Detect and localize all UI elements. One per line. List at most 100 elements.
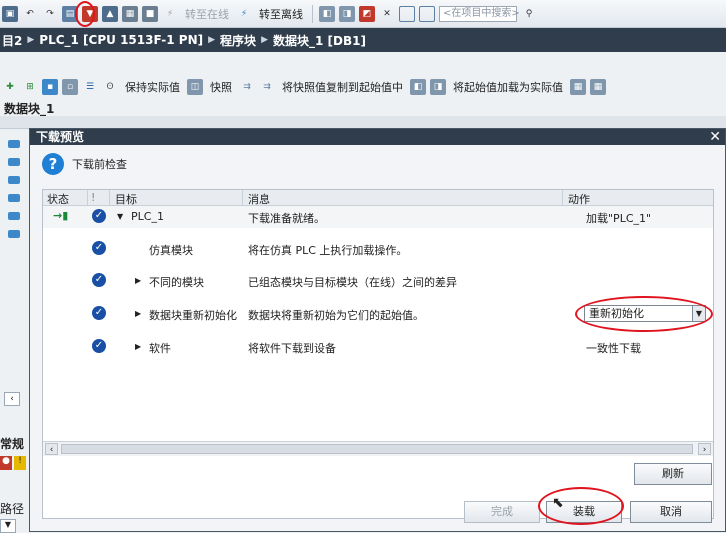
load-start-values-button[interactable]: 将起始值加载为实际值 [450, 79, 566, 95]
breadcrumb-project[interactable]: 目2 [2, 32, 22, 49]
row-message: 将软件下载到设备 [248, 342, 336, 355]
close-icon[interactable]: ✕ [709, 129, 721, 145]
path-dropdown-icon[interactable]: ▼ [0, 519, 16, 533]
breadcrumb-separator-icon: ▶ [261, 35, 268, 45]
inspector-general-tab[interactable]: 常规 [0, 435, 30, 452]
refresh-button[interactable]: 刷新 [634, 463, 712, 485]
cancel-button[interactable]: 取消 [630, 501, 712, 523]
breadcrumb-program-blocks[interactable]: 程序块 [220, 32, 256, 49]
check-icon: ✓ [92, 209, 106, 223]
table-row[interactable]: ✓ ▶ 软件 将软件下载到设备 一致性下载 [43, 336, 713, 358]
table-row[interactable]: ✓ ▶ 数据块重新初始化 数据块将重新初始为它们的起始值。 重新初始化 ▼ [43, 303, 713, 325]
table-row[interactable]: ✓ ▶ 不同的模块 已组态模块与目标模块（在线）之间的差异 [43, 270, 713, 292]
collapsed-arrow-icon[interactable]: ▶ [135, 276, 141, 285]
keep-actual-values-button[interactable]: 保持实际值 [122, 79, 183, 95]
search-icon[interactable]: ⚲ [521, 6, 537, 22]
split-vertical-icon[interactable] [419, 5, 435, 22]
reinitialize-action-select[interactable]: 重新初始化 ▼ [584, 305, 706, 322]
row-target: 软件 [149, 342, 171, 355]
collapse-icon[interactable]: ▫ [62, 79, 78, 95]
copy-snapshot-icon[interactable]: ⇉ [239, 79, 255, 95]
chevron-down-icon[interactable]: ▼ [692, 306, 705, 321]
scroll-right-icon[interactable]: › [698, 443, 711, 455]
finish-button[interactable]: 完成 [464, 501, 540, 523]
editor-toolbar: ✚ ⊞ ▪ ▫ ☰ ʘ 保持实际值 ◫ 快照 ⇉ ⇉ 将快照值复制到起始值中 ◧… [0, 74, 726, 100]
scroll-left-icon[interactable]: ‹ [4, 392, 20, 406]
editor-title: 数据块_1 [4, 102, 55, 116]
check-icon: ✓ [92, 306, 106, 320]
split-horizontal-icon[interactable] [399, 5, 415, 22]
snapshot-icon[interactable]: ◫ [187, 79, 203, 95]
upload-from-device-icon[interactable]: ▲ [102, 5, 118, 22]
go-offline-icon[interactable]: ⚡ [236, 6, 252, 22]
load-start-icon[interactable]: ◧ [410, 79, 426, 95]
column-message[interactable]: 消息 [248, 191, 270, 207]
check-icon: ✓ [92, 241, 106, 255]
expand-icon[interactable]: ▪ [42, 79, 58, 95]
scrollbar-thumb[interactable] [61, 444, 693, 454]
dialog-title: 下载预览 [36, 130, 85, 144]
row-target: 数据块重新初始化 [149, 309, 237, 322]
horizontal-scrollbar[interactable]: ‹ › [43, 441, 713, 456]
close-editor-icon[interactable]: ✕ [379, 6, 395, 22]
undo-icon[interactable]: ↶ [22, 6, 38, 22]
add-row-icon[interactable]: ⊞ [22, 79, 38, 95]
db-row-icon [8, 230, 20, 238]
db-row-icon [8, 140, 20, 148]
filter-icon[interactable]: ▦ [570, 79, 586, 95]
copy-snapshot-button[interactable]: 将快照值复制到起始值中 [279, 79, 406, 95]
collapsed-arrow-icon[interactable]: ▶ [135, 309, 141, 318]
go-offline-label[interactable]: 转至离线 [256, 6, 306, 22]
table-row[interactable]: →▮ ✓ ▼ PLC_1 下载准备就绪。 加载"PLC_1" [43, 206, 713, 228]
row-message: 下载准备就绪。 [248, 212, 325, 225]
dialog-title-bar: 下载预览 ✕ [30, 129, 725, 145]
stop-simulation-icon[interactable]: ■ [142, 5, 158, 22]
redo-icon[interactable]: ↷ [42, 6, 58, 22]
table-row[interactable]: ✓ 仿真模块 将在仿真 PLC 上执行加载操作。 [43, 238, 713, 260]
go-online-icon[interactable]: ⚡ [162, 6, 178, 22]
filter-icon-2[interactable]: ▦ [590, 79, 606, 95]
monitor-icon[interactable]: ◩ [359, 5, 375, 22]
main-toolbar: ▣ ↶ ↷ ▤ ▼ ▲ ▦ ■ ⚡ 转至在线 ⚡ 转至离线 ◧ ◨ ◩ ✕ <在… [0, 0, 726, 28]
warning-icon[interactable]: ! [14, 456, 26, 470]
list-icon[interactable]: ☰ [82, 79, 98, 95]
error-icon[interactable]: ● [0, 456, 12, 470]
column-action[interactable]: 动作 [568, 191, 590, 207]
editor-row-icons: ‹ [0, 130, 30, 410]
column-target[interactable]: 目标 [115, 191, 137, 207]
path-label: 路径 [0, 502, 25, 516]
check-icon: ✓ [92, 339, 106, 353]
download-to-device-icon[interactable]: ▼ [82, 5, 98, 22]
project-search-input[interactable]: <在项目中搜索> [439, 5, 520, 22]
breadcrumb-plc[interactable]: PLC_1 [CPU 1513F-1 PN] [39, 33, 203, 47]
scroll-left-icon[interactable]: ‹ [45, 443, 58, 455]
table-header: 状态 ! 目标 消息 动作 [43, 190, 713, 206]
breadcrumb-data-block[interactable]: 数据块_1 [DB1] [273, 32, 366, 49]
copy-snapshot-icon-2[interactable]: ⇉ [259, 79, 275, 95]
accessible-devices-icon[interactable]: ◧ [319, 5, 335, 22]
download-check-table: 状态 ! 目标 消息 动作 →▮ ✓ ▼ PLC_1 下载准备就绪。 加载"PL… [42, 189, 714, 519]
compile-icon[interactable]: ▤ [62, 5, 78, 22]
column-status[interactable]: 状态 [47, 191, 69, 207]
cross-reference-icon[interactable]: ◨ [339, 5, 355, 22]
mouse-cursor-icon: ⬉ [552, 495, 564, 511]
insert-row-icon[interactable]: ✚ [2, 79, 18, 95]
go-online-label[interactable]: 转至在线 [182, 6, 232, 22]
column-divider [242, 190, 243, 206]
row-target: 仿真模块 [149, 244, 193, 257]
dialog-heading: 下载前检查 [72, 158, 127, 171]
load-start-icon-2[interactable]: ◨ [430, 79, 446, 95]
start-simulation-icon[interactable]: ▦ [122, 5, 138, 22]
save-icon[interactable]: ▣ [2, 5, 18, 22]
collapsed-arrow-icon[interactable]: ▶ [135, 342, 141, 351]
breadcrumb: 目2 ▶ PLC_1 [CPU 1513F-1 PN] ▶ 程序块 ▶ 数据块_… [0, 28, 726, 52]
row-target: 不同的模块 [149, 276, 204, 289]
glasses-icon[interactable]: ʘ [102, 79, 118, 95]
expanded-arrow-icon[interactable]: ▼ [117, 212, 123, 221]
dialog-heading-area: ? 下载前检查 [42, 153, 127, 175]
snapshot-button[interactable]: 快照 [207, 79, 235, 95]
row-action: 一致性下载 [586, 342, 641, 355]
db-row-icon [8, 158, 20, 166]
inspector-area: 常规 ● ! 路径 ▼ [0, 435, 30, 533]
select-value: 重新初始化 [589, 307, 644, 320]
